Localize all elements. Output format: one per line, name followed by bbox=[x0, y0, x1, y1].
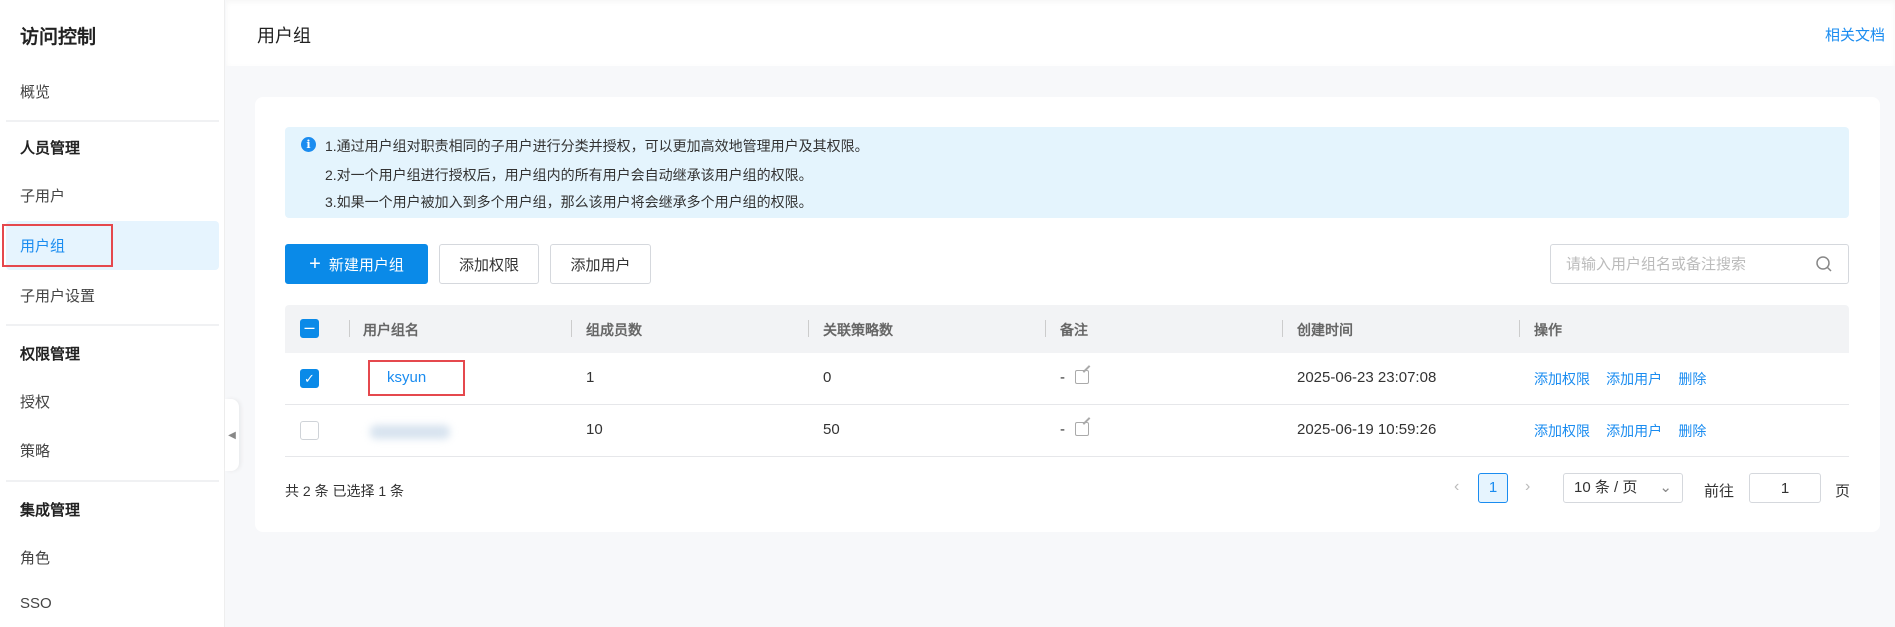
sidebar-title: 访问控制 bbox=[20, 27, 97, 48]
prev-page-icon[interactable]: ‹ bbox=[1454, 478, 1459, 496]
column-header-actions: 操作 bbox=[1534, 322, 1562, 338]
column-separator bbox=[1519, 320, 1520, 337]
divider bbox=[6, 480, 219, 482]
policy-count: 0 bbox=[823, 369, 832, 386]
caret-left-icon: ◀ bbox=[228, 429, 236, 441]
policy-count: 50 bbox=[823, 421, 840, 438]
member-count: 10 bbox=[586, 421, 603, 438]
page-header: 用户组 相关文档 bbox=[226, 0, 1895, 66]
column-header-name: 用户组名 bbox=[363, 322, 419, 338]
column-separator bbox=[1282, 320, 1283, 337]
table-header: – 用户组名 组成员数 关联策略数 备注 创建时间 操作 bbox=[285, 305, 1849, 353]
sidebar-item-roles[interactable]: 角色 bbox=[20, 547, 50, 568]
table-row: ✓ ksyun 1 0 - 2025-06-23 23:07:08 添加权限 添… bbox=[285, 353, 1849, 405]
content-card: i 1.通过用户组对职责相同的子用户进行分类并授权，可以更加高效地管理用户及其权… bbox=[255, 97, 1880, 532]
column-header-members: 组成员数 bbox=[586, 322, 642, 338]
page-title: 用户组 bbox=[257, 26, 311, 46]
add-permission-button[interactable]: 添加权限 bbox=[439, 244, 539, 284]
add-user-button[interactable]: 添加用户 bbox=[550, 244, 651, 284]
created-time: 2025-06-23 23:07:08 bbox=[1297, 369, 1437, 386]
sidebar-item-policies[interactable]: 策略 bbox=[20, 440, 50, 461]
column-header-remark: 备注 bbox=[1060, 322, 1088, 338]
collapse-sidebar-button[interactable]: ◀ bbox=[225, 399, 239, 471]
selection-summary: 共 2 条 已选择 1 条 bbox=[285, 483, 405, 499]
chevron-down-icon: ⌄ bbox=[1659, 479, 1672, 496]
search-box bbox=[1550, 244, 1849, 284]
sidebar-group-people: 人员管理 bbox=[20, 140, 81, 157]
page-size-value: 10 条 / 页 bbox=[1574, 479, 1638, 496]
delete-link[interactable]: 删除 bbox=[1678, 423, 1706, 439]
info-line: 2.对一个用户组进行授权后，用户组内的所有用户会自动继承该用户组的权限。 bbox=[325, 167, 813, 183]
edit-icon[interactable] bbox=[1075, 422, 1089, 436]
table-row: 10 50 - 2025-06-19 10:59:26 添加权限 添加用户 删除 bbox=[285, 405, 1849, 457]
next-page-icon[interactable]: › bbox=[1525, 478, 1530, 496]
page-1-button[interactable]: 1 bbox=[1478, 473, 1508, 503]
remark: - bbox=[1060, 369, 1065, 386]
select-all-checkbox[interactable]: – bbox=[300, 318, 319, 338]
add-user-link[interactable]: 添加用户 bbox=[1606, 423, 1662, 439]
sidebar-item-authorization[interactable]: 授权 bbox=[20, 391, 50, 412]
info-icon: i bbox=[301, 137, 316, 152]
add-user-link[interactable]: 添加用户 bbox=[1606, 371, 1662, 387]
sidebar-item-sso[interactable]: SSO bbox=[20, 595, 52, 612]
search-input[interactable] bbox=[1566, 255, 1815, 273]
goto-label: 前往 bbox=[1704, 483, 1735, 500]
sidebar: 访问控制 概览 人员管理 子用户 用户组 子用户设置 权限管理 授权 策略 集成… bbox=[0, 0, 225, 627]
info-line: 1.通过用户组对职责相同的子用户进行分类并授权，可以更加高效地管理用户及其权限。 bbox=[325, 138, 869, 154]
goto-page-input[interactable] bbox=[1749, 473, 1821, 503]
search-icon[interactable] bbox=[1815, 255, 1833, 273]
edit-icon[interactable] bbox=[1075, 370, 1089, 384]
column-separator bbox=[808, 320, 809, 337]
group-name-blurred[interactable] bbox=[370, 425, 450, 439]
sidebar-item-subuser-settings[interactable]: 子用户设置 bbox=[20, 285, 95, 306]
page-size-select[interactable]: 10 条 / 页 ⌄ bbox=[1563, 473, 1683, 503]
row-checkbox[interactable] bbox=[300, 421, 319, 440]
info-banner: i 1.通过用户组对职责相同的子用户进行分类并授权，可以更加高效地管理用户及其权… bbox=[285, 127, 1849, 218]
page-suffix: 页 bbox=[1835, 483, 1851, 500]
created-time: 2025-06-19 10:59:26 bbox=[1297, 421, 1437, 438]
delete-link[interactable]: 删除 bbox=[1678, 371, 1706, 387]
column-separator bbox=[1045, 320, 1046, 337]
divider bbox=[6, 120, 219, 122]
divider bbox=[6, 324, 219, 326]
column-header-policies: 关联策略数 bbox=[823, 322, 893, 338]
add-permission-link[interactable]: 添加权限 bbox=[1534, 371, 1590, 387]
related-docs-link[interactable]: 相关文档 bbox=[1825, 24, 1885, 45]
remark: - bbox=[1060, 421, 1065, 438]
plus-icon: + bbox=[309, 252, 321, 275]
group-name-link[interactable]: ksyun bbox=[387, 369, 426, 386]
new-group-button[interactable]: + 新建用户组 bbox=[285, 244, 428, 284]
column-header-created: 创建时间 bbox=[1297, 322, 1353, 338]
sidebar-group-integration: 集成管理 bbox=[20, 502, 81, 519]
sidebar-group-permissions: 权限管理 bbox=[20, 346, 81, 363]
row-checkbox[interactable]: ✓ bbox=[300, 369, 319, 388]
sidebar-item-user-groups[interactable]: 用户组 bbox=[20, 235, 65, 256]
column-separator bbox=[349, 320, 350, 337]
sidebar-item-subusers[interactable]: 子用户 bbox=[20, 185, 65, 206]
info-line: 3.如果一个用户被加入到多个用户组，那么该用户将会继承多个用户组的权限。 bbox=[325, 194, 813, 210]
sidebar-item-overview[interactable]: 概览 bbox=[20, 81, 50, 102]
new-group-label: 新建用户组 bbox=[328, 256, 404, 274]
column-separator bbox=[571, 320, 572, 337]
add-permission-link[interactable]: 添加权限 bbox=[1534, 423, 1590, 439]
member-count: 1 bbox=[586, 369, 595, 386]
